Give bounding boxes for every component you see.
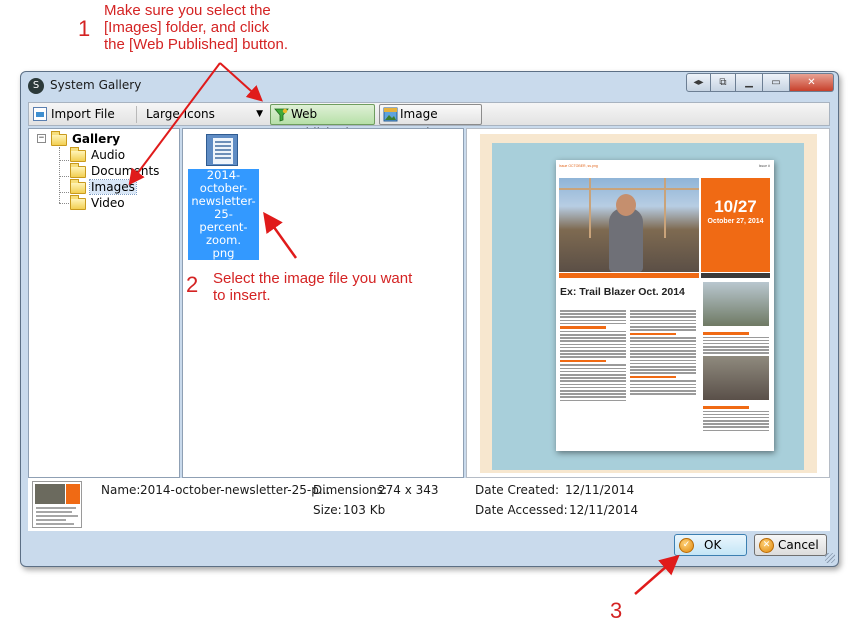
tree-item-audio[interactable]: Audio <box>70 147 150 162</box>
info-thumbnail <box>32 481 82 528</box>
file-caption-line: percent-zoom. <box>199 220 248 247</box>
import-file-button[interactable]: Import File <box>31 105 119 124</box>
image-preview-button[interactable]: Image Preview <box>379 104 482 140</box>
size-label: Size: <box>313 503 342 517</box>
newsletter-side-photo <box>703 282 769 326</box>
newsletter-header-left: Issue OCTOBER, ss.png <box>559 164 598 168</box>
annotation-2-number: 2 <box>186 272 199 297</box>
newsletter-band <box>559 273 699 278</box>
folder-icon <box>70 179 86 194</box>
toolbar: Import File Large Icons ▼ Web Published … <box>28 102 830 140</box>
annotation-1-number: 1 <box>78 16 91 41</box>
tree-item-gallery[interactable]: Gallery <box>51 131 131 146</box>
tree-item-label: Images <box>89 179 137 195</box>
newsletter-column <box>630 310 696 396</box>
annotation-1-text: Make sure you select the [Images] folder… <box>104 2 289 53</box>
folder-icon <box>70 147 86 162</box>
file-caption: 2014-october- newsletter-25- percent-zoo… <box>188 169 259 260</box>
cancel-button[interactable]: ✕ Cancel <box>754 534 827 556</box>
date-created-label: Date Created: <box>475 483 560 497</box>
tree-connector <box>59 192 69 193</box>
newsletter-date-full: October 27, 2014 <box>707 218 764 225</box>
dimensions-value: 274 x 343 <box>378 483 439 497</box>
tree-item-label: Video <box>91 196 125 210</box>
window-title: System Gallery <box>50 78 142 92</box>
folder-icon <box>51 131 67 146</box>
tree-item-label: Documents <box>91 164 160 178</box>
file-caption-line: newsletter-25- <box>191 194 256 221</box>
folder-icon <box>70 195 86 210</box>
tree-item-documents[interactable]: Documents <box>70 163 165 178</box>
newsletter-side-photo <box>703 356 769 400</box>
newsletter-date-box: 10/27 October 27, 2014 <box>701 178 770 272</box>
newsletter-header-right: Issue # <box>758 164 770 168</box>
toolbar-separator <box>136 106 137 123</box>
preview-frame: Issue OCTOBER, ss.png Issue # 10/27 Octo… <box>480 134 817 473</box>
cancel-button-label: Cancel <box>778 538 819 552</box>
newsletter-band <box>701 273 770 278</box>
folder-icon <box>70 163 86 178</box>
chevron-down-icon: ▼ <box>256 109 263 119</box>
resize-grip[interactable] <box>825 553 835 563</box>
newsletter-preview-image: Issue OCTOBER, ss.png Issue # 10/27 Octo… <box>556 160 774 451</box>
tree-connector <box>59 176 69 177</box>
tree-connector <box>59 203 69 204</box>
annotation-3-number: 3 <box>610 598 623 623</box>
date-created-value: 12/11/2014 <box>565 483 635 497</box>
view-mode-select[interactable]: Large Icons ▼ <box>141 105 267 124</box>
image-preview-icon <box>383 107 398 122</box>
newsletter-headline: Ex: Trail Blazer Oct. 2014 <box>560 286 685 298</box>
newsletter-column <box>703 404 769 433</box>
import-file-label: Import File <box>51 107 115 121</box>
newsletter-column <box>703 330 769 356</box>
file-item[interactable]: 2014-october- newsletter-25- percent-zoo… <box>184 130 264 260</box>
collapse-icon[interactable]: − <box>37 134 46 143</box>
tree-item-label: Gallery <box>72 132 121 146</box>
ok-icon: ✓ <box>679 538 694 553</box>
name-label: Name: <box>101 483 141 497</box>
newsletter-column <box>560 310 626 403</box>
size-value: 103 Kb <box>343 503 386 517</box>
minimize-to-tray-icon[interactable]: ⧉ <box>711 73 736 92</box>
maximize-icon[interactable]: ▭ <box>763 73 790 92</box>
file-caption-line: png <box>212 246 235 260</box>
tree-item-label: Audio <box>91 148 126 162</box>
app-icon: S <box>28 78 44 94</box>
newsletter-date-big: 10/27 <box>714 197 757 216</box>
system-gallery-window: S System Gallery ◂▸ ⧉ ▁ ▭ ✕ Import File … <box>20 71 839 567</box>
file-thumbnail <box>206 134 238 166</box>
view-mode-value: Large Icons <box>146 107 215 121</box>
title-bar[interactable]: S System Gallery ◂▸ ⧉ ▁ ▭ ✕ <box>21 72 838 100</box>
folder-tree-panel: − Gallery Audio Documents Images Video <box>28 128 180 478</box>
ok-button-label: OK <box>704 538 722 552</box>
dimensions-label: Dimensions: <box>313 483 388 497</box>
preview-backdrop: Issue OCTOBER, ss.png Issue # 10/27 Octo… <box>492 143 804 470</box>
name-value: 2014-october-newsletter-25-p... <box>140 483 331 497</box>
annotation-2-text: Select the image file you want to insert… <box>213 270 413 304</box>
date-accessed-label: Date Accessed: <box>475 503 568 517</box>
minimize-icon[interactable]: ▁ <box>736 73 763 92</box>
tree-item-video[interactable]: Video <box>70 195 150 210</box>
web-published-button[interactable]: Web Published <box>270 104 375 140</box>
tree-connector <box>59 147 60 203</box>
tree-item-images[interactable]: Images <box>70 179 150 195</box>
image-preview-panel: Issue OCTOBER, ss.png Issue # 10/27 Octo… <box>466 128 830 478</box>
newsletter-photo <box>559 178 699 272</box>
web-published-icon <box>274 108 289 122</box>
import-file-icon <box>33 107 47 121</box>
window-controls: ◂▸ ⧉ ▁ ▭ ✕ <box>686 73 834 92</box>
close-icon[interactable]: ✕ <box>790 73 834 92</box>
file-caption-line: 2014-october- <box>199 168 248 195</box>
tree-connector <box>59 160 69 161</box>
swap-icon[interactable]: ◂▸ <box>686 73 711 92</box>
file-info-bar: Name: 2014-october-newsletter-25-p... Di… <box>28 478 830 531</box>
ok-button[interactable]: ✓ OK <box>674 534 747 556</box>
date-accessed-value: 12/11/2014 <box>569 503 639 517</box>
cancel-icon: ✕ <box>759 538 774 553</box>
